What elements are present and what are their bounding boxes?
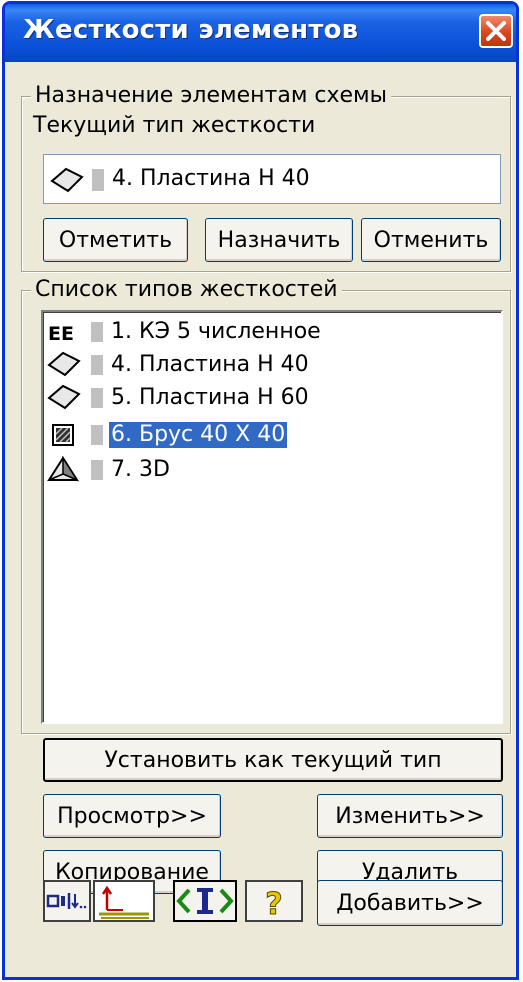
list-item[interactable]: 7. 3D bbox=[47, 454, 487, 486]
swap-icon bbox=[176, 888, 234, 914]
list-group-legend: Список типов жесткостей bbox=[31, 278, 342, 302]
solid-3d-icon bbox=[47, 456, 79, 482]
stiffness-type-list[interactable]: EE 1. КЭ 5 численное 4. Пластина Н 40 5.… bbox=[41, 310, 503, 724]
title-bar[interactable]: Жесткости элементов bbox=[5, 4, 516, 62]
svg-text:?: ? bbox=[265, 887, 282, 920]
plate-icon bbox=[50, 167, 84, 193]
list-item-label: 4. Пластина Н 40 bbox=[111, 352, 309, 377]
color-marker bbox=[91, 460, 103, 480]
list-item[interactable]: 4. Пластина Н 40 bbox=[47, 349, 487, 381]
help-button[interactable]: ? bbox=[245, 880, 303, 923]
plate-icon bbox=[47, 351, 81, 377]
list-item-label: 6. Брус 40 X 40 bbox=[109, 422, 288, 448]
svg-text:EE: EE bbox=[48, 323, 74, 345]
axis-icon bbox=[99, 885, 149, 919]
add-button[interactable]: Добавить>> bbox=[317, 880, 503, 926]
help-icon: ? bbox=[265, 887, 283, 923]
list-item-selected[interactable]: 6. Брус 40 X 40 bbox=[47, 419, 487, 451]
current-type-field: 4. Пластина Н 40 bbox=[43, 154, 501, 204]
swap-button[interactable] bbox=[173, 880, 237, 922]
sort-list-icon bbox=[46, 893, 87, 909]
list-item[interactable]: 5. Пластина Н 60 bbox=[47, 382, 487, 414]
beam-section-icon bbox=[52, 424, 74, 446]
close-button[interactable] bbox=[479, 14, 513, 48]
color-marker bbox=[92, 169, 104, 191]
current-type-label: Текущий тип жесткости bbox=[33, 113, 316, 138]
list-item-label: 7. 3D bbox=[111, 457, 170, 482]
stiffness-dialog: Жесткости элементов Назначение элементам… bbox=[2, 1, 519, 980]
assign-button[interactable]: Назначить bbox=[205, 218, 353, 262]
color-marker bbox=[91, 322, 103, 342]
window-title: Жесткости элементов bbox=[23, 15, 359, 45]
color-marker bbox=[91, 355, 103, 375]
close-icon bbox=[486, 21, 506, 41]
mark-button[interactable]: Отметить bbox=[43, 218, 188, 262]
fe-numeric-icon: EE bbox=[48, 323, 74, 345]
plate-icon bbox=[47, 384, 81, 410]
view-button[interactable]: Просмотр>> bbox=[43, 794, 221, 838]
assign-group-legend: Назначение элементам схемы bbox=[31, 84, 392, 108]
cancel-button[interactable]: Отменить bbox=[361, 218, 501, 262]
color-marker bbox=[91, 388, 103, 408]
current-type-value: 4. Пластина Н 40 bbox=[112, 166, 310, 191]
edit-button[interactable]: Изменить>> bbox=[317, 794, 503, 838]
list-item-label: 5. Пластина Н 60 bbox=[111, 385, 309, 410]
color-marker bbox=[91, 425, 103, 445]
axis-button[interactable] bbox=[93, 880, 155, 922]
sort-list-button[interactable] bbox=[43, 880, 91, 922]
set-current-button[interactable]: Установить как текущий тип bbox=[43, 738, 503, 782]
list-item[interactable]: EE 1. КЭ 5 численное bbox=[47, 316, 487, 348]
list-item-label: 1. КЭ 5 численное bbox=[111, 319, 321, 344]
